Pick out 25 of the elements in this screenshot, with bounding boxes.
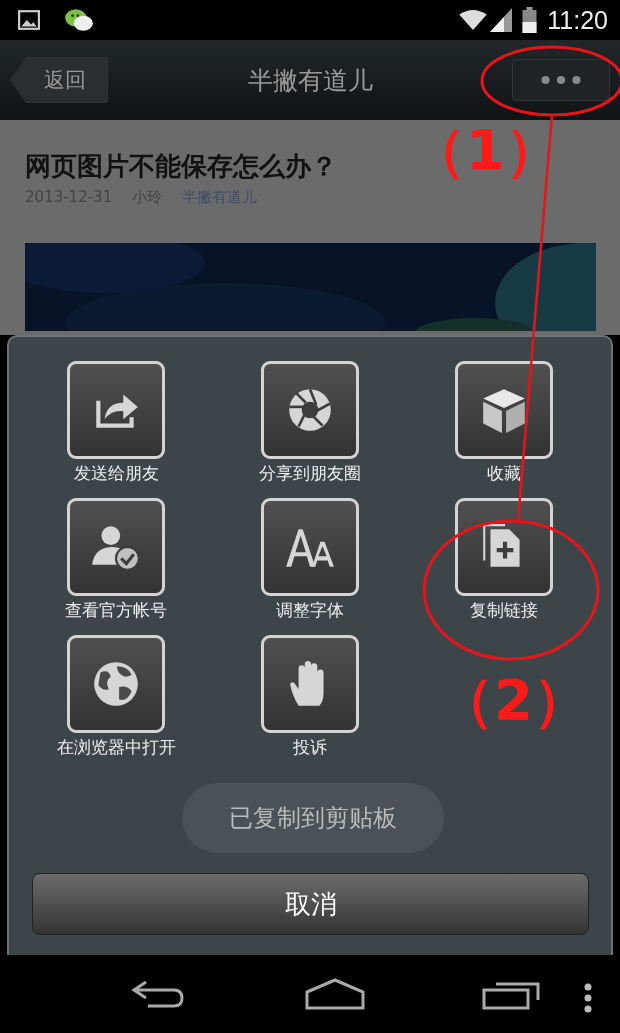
battery-icon	[522, 7, 538, 33]
more-icon	[541, 75, 581, 85]
menu-option[interactable]: 查看官方帐号	[19, 498, 213, 622]
annotation-label: （2）	[438, 668, 589, 732]
menu-option[interactable]: 收藏	[407, 361, 601, 485]
menu-option[interactable]: 分享到朋友圈	[213, 361, 407, 485]
signal-icon	[490, 8, 513, 32]
back-button[interactable]: 返回	[10, 57, 108, 103]
page-title: 半撇有道儿	[247, 64, 373, 97]
menu-option[interactable]: 投诉	[213, 635, 407, 759]
menu-option[interactable]: 调整字体	[213, 498, 407, 622]
menu-option[interactable]: 复制链接	[407, 498, 601, 622]
chat-icon	[64, 7, 94, 33]
menu-option[interactable]: 在浏览器中打开	[19, 635, 213, 759]
home-icon[interactable]	[305, 978, 365, 1010]
annotation-label: （1）	[410, 118, 561, 182]
toast-message: 已复制到剪贴板	[182, 783, 444, 853]
image-icon	[18, 10, 40, 30]
wifi-icon	[458, 9, 489, 31]
more-button[interactable]	[512, 59, 610, 101]
clock-time: 11:20	[547, 5, 608, 35]
overflow-menu-icon[interactable]	[584, 983, 592, 1013]
cancel-button[interactable]: 取消	[32, 873, 589, 935]
menu-option[interactable]: 发送给朋友	[19, 361, 213, 485]
article-title: 网页图片不能保存怎么办？	[25, 150, 337, 183]
